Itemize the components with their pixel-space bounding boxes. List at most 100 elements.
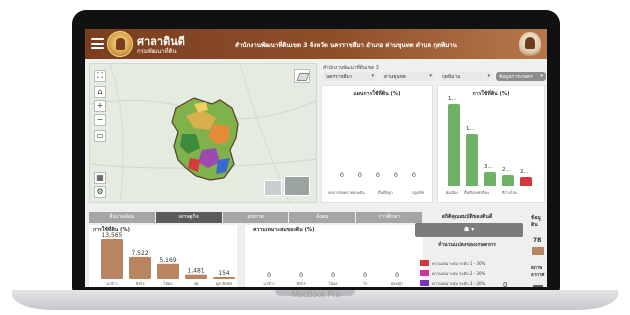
- land-use-label: 1...: [448, 96, 457, 102]
- home-icon[interactable]: ⌂: [94, 86, 106, 98]
- legend-swatch: [420, 270, 429, 276]
- chevron-down-icon: ▾: [487, 73, 490, 79]
- location-breadcrumb: สำนักงานพัฒนาที่ดินเขต 3 จังหวัด นครราชส…: [235, 42, 457, 49]
- chart-bar: [101, 239, 123, 279]
- subdistrict-select[interactable]: กุดพิมาน ▾: [439, 72, 493, 81]
- land-use-category: ที่ว่างโล่ง: [502, 190, 517, 195]
- category-tabs: สิ่งแวดล้อม เศรษฐกิจ สุขภาพ สังคม การศึก…: [89, 212, 423, 223]
- basemap-thumbnail[interactable]: [264, 180, 282, 196]
- layers-icon[interactable]: [294, 69, 310, 83]
- legend-item: ความเหมาะสม ระดับ 3 - 30%: [420, 279, 520, 287]
- plan-category: ปลูกพืช: [412, 190, 425, 195]
- soil-stats-title: สถิติคุณสมบัติของดินดี: [441, 214, 493, 220]
- bar-category-label: พืชไร่: [296, 281, 306, 286]
- bar-value-label: 154: [218, 270, 230, 277]
- plan-value: 0: [376, 172, 380, 179]
- chevron-down-icon: ▾: [540, 73, 543, 79]
- bar-category-label: ยูคาลิปตัส: [216, 281, 233, 286]
- land-use-label: 3...: [484, 164, 493, 170]
- bar-category-label: ปศุ: [194, 281, 199, 287]
- land-use-category: พื้นที่เกษตรอื่นๆ: [464, 190, 490, 195]
- chart-bar: [129, 256, 151, 279]
- agency-logo: [107, 31, 133, 57]
- legend-swatch: [420, 260, 429, 266]
- map-canvas[interactable]: [90, 64, 317, 203]
- soil-chart-svg: 0 นาข้าว 0 พืชไร่ 0 ไม้ผล 0 ไร่ 0 ทุ่งหญ้า: [263, 272, 403, 287]
- bar-category-label: ไร่: [362, 281, 367, 286]
- land-use-label: 1...: [466, 126, 475, 132]
- parcel-dropdown-button[interactable]: ☗ ▾: [415, 223, 523, 237]
- tab-economy[interactable]: เศรษฐกิจ: [155, 212, 222, 223]
- bar-category-label: นาข้าว: [106, 281, 118, 286]
- bar-value-label: 1,481: [187, 268, 204, 275]
- chart-bar: [213, 277, 235, 279]
- ministry-emblem: [519, 32, 541, 56]
- district-select[interactable]: ด่านขุนทด ▾: [381, 72, 435, 81]
- device-brand: MacBook Pro: [291, 290, 341, 299]
- laptop-mockup: MacBook Pro ศาลาดินดี กรมพัฒนาที่ดิน สำน…: [0, 0, 630, 315]
- plan-value: 0: [412, 172, 416, 179]
- plan-value: 0: [394, 172, 398, 179]
- land-use-bar: [484, 172, 496, 186]
- tab-society[interactable]: สังคม: [289, 212, 356, 223]
- settings-icon[interactable]: ⚙: [94, 186, 106, 198]
- plan-value: 0: [340, 172, 344, 179]
- bar-value-label: 0: [363, 272, 367, 279]
- land-use-label: 2...: [502, 167, 511, 173]
- filter-title: สำนักงานพัฒนาที่ดินเขต 3: [323, 66, 379, 71]
- chevron-down-icon: ▾: [371, 73, 374, 79]
- land-use-bar: [448, 104, 460, 186]
- soil-suitability-chart: ความเหมาะสมของดิน (%) 0 นาข้าว 0 พืชไร่ 0 ไม้…: [245, 225, 423, 287]
- plan-value: 0: [358, 172, 362, 179]
- app-subtitle: กรมพัฒนาที่ดิน: [137, 48, 177, 55]
- land-use-category: ผังเมือง: [446, 190, 459, 195]
- bar-value-label: 0: [395, 272, 399, 279]
- land-use-bar: [466, 134, 478, 186]
- economy-landuse-chart: การใช้ที่ดิน (%) 13,565 นาข้าว 7,522 พืชไร่…: [89, 225, 237, 287]
- bar-value-label: 0: [299, 272, 303, 279]
- plan-category: ลดการพังทลายของดิน: [328, 190, 365, 195]
- land-plan-card: แผนการใช้ที่ดิน (%) 0 0 0 0 0 ลดการพังทล…: [321, 85, 433, 203]
- bar-value-label: 7,522: [131, 250, 148, 257]
- weather-label: สภาพ อากาศ: [531, 266, 545, 278]
- app-header: ศาลาดินดี กรมพัฒนาที่ดิน สำนักงานพัฒนาที…: [85, 29, 547, 59]
- plan-category: พื้นที่ปลูก: [378, 190, 393, 195]
- bar-category-label: ทุ่งหญ้า: [391, 281, 403, 287]
- legend-item: ความเหมาะสม ระดับ 1 - 30%: [420, 259, 520, 267]
- select-area-icon[interactable]: ▭: [94, 130, 106, 142]
- province-select[interactable]: นครราชสีมา ▾: [323, 72, 377, 81]
- map-panel[interactable]: ⛶ ⌂ + − ▭ ▦ ⚙: [89, 63, 317, 203]
- menu-icon[interactable]: [91, 38, 104, 49]
- bar-value-label: 5,169: [159, 257, 176, 264]
- soil-data-title: ข้อมู ดิน: [531, 215, 541, 228]
- bar-category-label: พืชไร่: [135, 281, 145, 286]
- tab-environment[interactable]: สิ่งแวดล้อม: [89, 212, 155, 223]
- bar-category-label: นาข้าว: [263, 281, 275, 286]
- satellite-thumbnail[interactable]: [284, 176, 310, 196]
- land-use-summary-card: การใช้ที่ดิน (%) 1... 1... 3... 2... 2..…: [437, 85, 545, 203]
- fullscreen-icon[interactable]: ⛶: [94, 70, 106, 82]
- data-type-select[interactable]: ข้อมูลการเกษตร ▾: [496, 72, 546, 81]
- bar-category-label: ไม้ผล: [163, 281, 174, 286]
- weather-indicator: [533, 285, 543, 287]
- chevron-down-icon: ▾: [429, 73, 432, 79]
- land-use-label: 2...: [520, 169, 529, 175]
- bar-value-label: 13,565: [102, 232, 123, 239]
- land-plan-title: แผนการใช้ที่ดิน (%): [353, 91, 401, 97]
- soil-stats-subtitle: จำนวนแปลงของเกษตรกร: [438, 242, 496, 248]
- bar-category-label: ไม้ผล: [328, 281, 339, 286]
- chart-bar: [185, 274, 207, 279]
- soil-data-value: 78: [533, 237, 542, 244]
- zoom-out-button[interactable]: −: [94, 114, 106, 126]
- land-use-bar: [520, 177, 532, 186]
- grid-icon[interactable]: ▦: [94, 172, 106, 184]
- dashboard-screen: ศาลาดินดี กรมพัฒนาที่ดิน สำนักงานพัฒนาที…: [85, 29, 547, 287]
- bar-value-label: 0: [267, 272, 271, 279]
- economy-chart-svg: 13,565 นาข้าว 7,522 พืชไร่ 5,169 ไม้ผล 1,481 ปศ…: [101, 232, 235, 287]
- soil-data-bar: [532, 247, 544, 255]
- bar-value-label: 0: [331, 272, 335, 279]
- zoom-in-button[interactable]: +: [94, 100, 106, 112]
- land-use-bar: [502, 175, 514, 186]
- tab-health[interactable]: สุขภาพ: [222, 212, 289, 223]
- chart-bar: [157, 263, 179, 279]
